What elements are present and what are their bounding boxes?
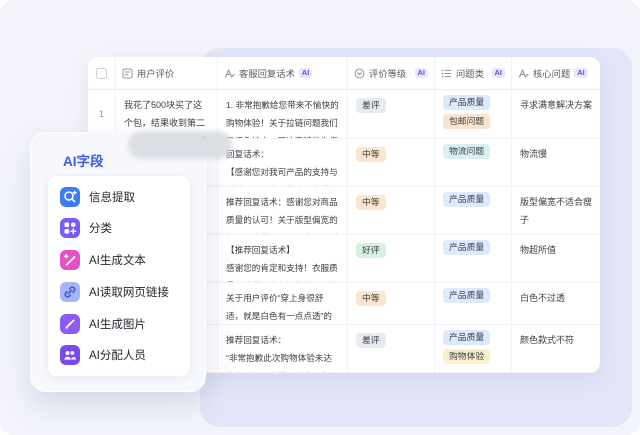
- ai-fields-menu: 信息提取 分类 AI生成文本 AI读取网页链接: [47, 175, 191, 377]
- core-issue-text: 版型偏宽不适合瘦子: [520, 197, 592, 225]
- type-badge: 产品质量: [443, 95, 490, 110]
- type-badge: 产品质量: [443, 240, 490, 255]
- menu-item-label: AI读取网页链接: [89, 284, 169, 300]
- problem-type-cell[interactable]: 物流问题: [435, 139, 512, 186]
- menu-item-info-extract[interactable]: 信息提取: [48, 182, 190, 212]
- text-field-icon: [122, 68, 133, 79]
- core-issue-cell[interactable]: 版型偏宽不适合瘦子: [512, 187, 600, 234]
- column-header-service-reply[interactable]: 客服回复话术 AI: [218, 57, 348, 89]
- rating-grade-cell[interactable]: 差评: [348, 325, 435, 372]
- ai-fields-title: AI字段: [63, 150, 104, 170]
- service-reply-cell[interactable]: 【推荐回复话术】 感谢您的肯定和支持！衣服质量是我们一直坚持的核心，能超出您的预…: [218, 235, 348, 282]
- core-issue-cell[interactable]: 寻求满意解决方案: [512, 90, 600, 138]
- service-reply-cell[interactable]: 1. 非常抱歉给您带来不愉快的购物体验！关于拉链问题我们已紧急核查，现决定特批为…: [218, 90, 348, 138]
- column-header-problem-type[interactable]: 问题类型 (... AI: [435, 57, 512, 89]
- menu-item-ai-generate-image[interactable]: AI生成图片: [48, 309, 190, 339]
- classify-icon: [60, 218, 80, 238]
- column-label: 用户评价: [137, 66, 174, 80]
- type-badge: 产品质量: [443, 192, 490, 207]
- menu-item-label: 分类: [89, 220, 112, 236]
- screenshot-root: 用户评价 客服回复话术 AI 评价等级... AI: [0, 0, 640, 435]
- core-issue-cell[interactable]: 白色不过透: [512, 283, 600, 324]
- problem-type-cell[interactable]: 产品质量购物体验: [435, 325, 512, 372]
- problem-type-cell[interactable]: 产品质量: [435, 235, 512, 282]
- grade-badge: 中等: [356, 291, 386, 306]
- reply-text: 回复话术： 【感谢您对我司产品的支持与反馈！关于产品体验，我们很高兴您认可其性能…: [226, 149, 338, 186]
- problem-type-cell[interactable]: 产品质量: [435, 283, 512, 324]
- problem-type-cell[interactable]: 产品质量: [435, 187, 512, 234]
- menu-item-ai-assign-people[interactable]: AI分配人员: [48, 340, 190, 370]
- single-select-icon: [354, 68, 365, 79]
- menu-item-classify[interactable]: 分类: [48, 213, 190, 243]
- row-number: 1: [99, 95, 104, 133]
- multi-select-icon: [441, 68, 452, 79]
- grade-badge: 中等: [356, 147, 386, 162]
- info-extract-icon: [60, 187, 80, 207]
- core-issue-cell[interactable]: 颜色款式不符: [512, 325, 600, 372]
- grade-badge: 差评: [356, 98, 386, 113]
- grade-badge: 差评: [356, 333, 386, 348]
- core-issue-text: 物超所值: [520, 245, 556, 255]
- service-reply-cell[interactable]: 推荐回复话术： “非常抱歉此次购物体验未达您的预期！我们已注意到您反馈的色差、款…: [218, 325, 348, 372]
- redacted-cell-blur: [128, 131, 232, 159]
- type-badge: 包邮问题: [443, 114, 490, 129]
- reply-text: 推荐回复话术： “非常抱歉此次购物体验未达您的预期！我们已注意到您反馈的色差、款…: [226, 335, 338, 372]
- core-issue-cell[interactable]: 物流慢: [512, 139, 600, 186]
- column-label: 评价等级...: [369, 66, 407, 80]
- menu-item-label: AI生成图片: [89, 316, 146, 332]
- reply-text: 关于用户评价“穿上身很舒适，就是白色有一点点透”的推荐回复话术： 【回复模板】 …: [226, 293, 332, 324]
- ai-fields-panel: AI字段 信息提取 分类 AI生成文本: [30, 132, 206, 392]
- type-badge: 物流问题: [443, 144, 490, 159]
- type-badge: 产品质量: [443, 330, 490, 345]
- rating-grade-cell[interactable]: 中等: [348, 139, 435, 186]
- column-label: 问题类型 (...: [456, 66, 484, 80]
- ai-text-field-icon: [224, 68, 235, 79]
- type-badge: 产品质量: [443, 288, 490, 303]
- table-header-row: 用户评价 客服回复话术 AI 评价等级... AI: [88, 57, 600, 90]
- menu-item-ai-generate-text[interactable]: AI生成文本: [48, 245, 190, 275]
- column-label: 客服回复话术: [239, 66, 295, 80]
- service-reply-cell[interactable]: 回复话术： 【感谢您对我司产品的支持与反馈！关于产品体验，我们很高兴您认可其性能…: [218, 139, 348, 186]
- select-all-checkbox[interactable]: [96, 68, 107, 79]
- column-header-rating-grade[interactable]: 评价等级... AI: [348, 57, 435, 89]
- menu-item-label: AI分配人员: [89, 347, 146, 363]
- menu-item-label: AI生成文本: [89, 252, 146, 268]
- ai-field-badge: AI: [574, 68, 588, 78]
- rating-grade-cell[interactable]: 中等: [348, 283, 435, 324]
- column-header-core-issue[interactable]: 核心问题 AI: [512, 57, 600, 89]
- ai-text-field-icon: [518, 68, 529, 79]
- reply-text: 1. 非常抱歉给您带来不愉快的购物体验！关于拉链问题我们已紧急核查，现决定特批为…: [226, 100, 339, 138]
- column-label: 核心问题: [533, 66, 570, 80]
- rating-grade-cell[interactable]: 好评: [348, 235, 435, 282]
- type-badge: 购物体验: [443, 349, 490, 364]
- ai-read-weblink-icon: [60, 282, 80, 302]
- reply-text: 推荐回复话术：感谢您对商品质量的认可！关于版型偏宽的问题，我们已记录，建议瘦型顾…: [226, 197, 338, 234]
- core-issue-text: 白色不过透: [520, 293, 565, 303]
- core-issue-cell[interactable]: 物超所值: [512, 235, 600, 282]
- menu-item-ai-read-weblink[interactable]: AI读取网页链接: [48, 277, 190, 307]
- row-number-cell[interactable]: 1: [88, 90, 116, 138]
- grade-badge: 好评: [356, 243, 386, 258]
- reply-text: 【推荐回复话术】 感谢您的肯定和支持！衣服质量是我们一直坚持的核心，能超出您的预…: [226, 245, 338, 282]
- rating-grade-cell[interactable]: 中等: [348, 187, 435, 234]
- ai-generate-image-icon: [60, 314, 80, 334]
- service-reply-cell[interactable]: 推荐回复话术：感谢您对商品质量的认可！关于版型偏宽的问题，我们已记录，建议瘦型顾…: [218, 187, 348, 234]
- core-issue-text: 物流慢: [520, 149, 547, 159]
- ai-field-badge: AI: [492, 68, 506, 78]
- column-header-user-review[interactable]: 用户评价: [116, 57, 218, 89]
- ai-assign-people-icon: [60, 345, 80, 365]
- core-issue-text: 寻求满意解决方案: [520, 100, 592, 110]
- ai-generate-text-icon: [60, 250, 80, 270]
- core-issue-text: 颜色款式不符: [520, 335, 574, 345]
- grade-badge: 中等: [356, 195, 386, 210]
- menu-item-label: 信息提取: [89, 189, 135, 205]
- ai-field-badge: AI: [299, 68, 313, 78]
- problem-type-cell[interactable]: 产品质量包邮问题: [435, 90, 512, 138]
- rating-grade-cell[interactable]: 差评: [348, 90, 435, 138]
- select-all-cell[interactable]: [88, 57, 116, 89]
- ai-field-badge: AI: [415, 68, 429, 78]
- service-reply-cell[interactable]: 关于用户评价“穿上身很舒适，就是白色有一点点透”的推荐回复话术： 【回复模板】 …: [218, 283, 348, 324]
